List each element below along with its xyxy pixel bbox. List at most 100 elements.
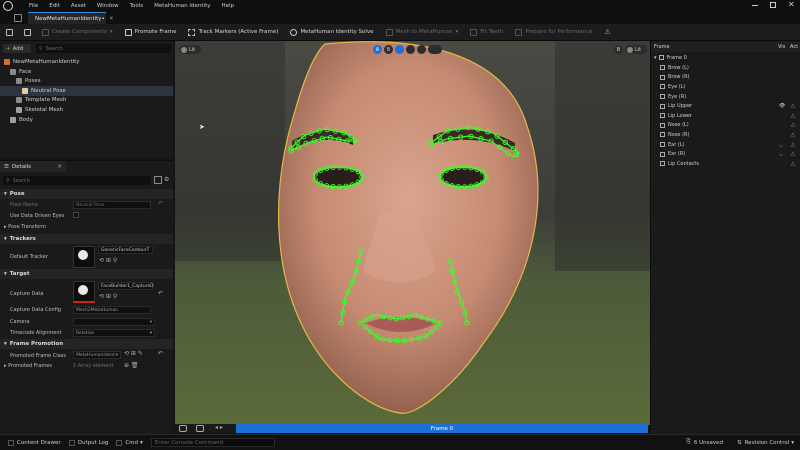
cmd-dropdown[interactable]: Cmd ▾ [116,439,143,446]
details-search-input[interactable]: ⚲ Search [3,176,150,185]
active-warning-icon[interactable]: △ [791,151,795,157]
promoted-frames-row[interactable]: ▸ Promoted Frames [4,363,52,369]
tracker-thumbnail[interactable] [73,246,95,268]
output-log-button[interactable]: Output Log [68,439,108,446]
overlay-options-icon[interactable] [428,45,442,54]
maximize-icon[interactable] [770,2,776,8]
promoted-frame-class-dropdown[interactable]: MetaHumanIdent ▾ [73,351,121,359]
curve-row[interactable]: Eye (L) [651,82,800,92]
curve-row[interactable]: Ear (R) ◡ △ [651,149,800,159]
section-frame-promotion[interactable]: ▾ Frame Promotion [0,339,173,349]
unsaved-button[interactable]: ⎘ 6 Unsaved [686,439,723,446]
add-button[interactable]: + Add [3,44,31,53]
array-actions-icon[interactable]: ⊕ 🗑 [124,362,139,369]
revision-control-button[interactable]: ⇅ Revision Control ▾ [737,440,794,446]
curve-row[interactable]: Nose (R) △ [651,130,800,140]
frame-timeline-bar[interactable]: Frame 0 [236,424,648,433]
document-tab[interactable]: NewMetaHumanIdentity• ✕ [28,12,113,24]
save-button[interactable] [6,28,16,36]
curve-row[interactable]: Eye (R) [651,92,800,102]
section-pose[interactable]: ▾ Pose [0,189,173,199]
browse-button[interactable] [24,28,34,36]
curve-row[interactable]: Brow (L) [651,63,800,73]
timecode-alignment-dropdown[interactable]: Relative ▾ [73,329,155,337]
single-view-icon[interactable] [395,45,404,54]
capture-data-actions-icon[interactable]: ⟲ ⊞ ⚲ [99,293,117,300]
active-warning-icon[interactable]: △ [791,132,795,138]
menu-file[interactable]: File [29,3,38,9]
view-a-button[interactable]: A [373,45,382,54]
menu-metahuman-identity[interactable]: MetaHuman Identity [154,3,210,9]
capture-data-config-field[interactable]: Mesh2MetaHuman [73,306,151,314]
camera-dropdown[interactable]: ▾ [73,318,155,326]
tree-item[interactable]: Neutral Pose [0,85,173,96]
curve-row[interactable]: Lip Lower △ [651,111,800,121]
use-selected-icon[interactable]: ⟲ ⊞ ⚲ [99,257,117,264]
default-tracker-field[interactable]: GenericFaceContourT [98,246,153,254]
frame-0-row[interactable]: ▾ Frame 0 [651,53,800,63]
menu-edit[interactable]: Edit [49,3,60,9]
reset-icon[interactable]: ↶ [158,200,163,207]
active-warning-icon[interactable]: △ [791,113,795,119]
reset-icon[interactable]: ↶ [158,290,163,297]
curve-row[interactable]: Brow (R) [651,73,800,83]
tree-item[interactable]: NewMetaHumanIdentity [0,57,173,67]
close-window-icon[interactable]: ✕ [788,0,795,9]
mesh-to-metahuman-button[interactable]: Mesh to MetaHuman ▾ [385,28,458,36]
curve-row[interactable]: Nose (L) △ [651,121,800,131]
split-view-icon[interactable] [406,45,415,54]
curve-row[interactable]: Lip Contacts △ [651,159,800,169]
menu-help[interactable]: Help [222,3,235,9]
pose-name-field[interactable]: Neutral Pose [73,201,151,209]
pose-transform-row[interactable]: ▸ Pose Transform [4,224,46,230]
visibility-eye-icon[interactable]: 👁 [779,103,785,109]
active-warning-icon[interactable]: △ [791,161,795,167]
minimize-icon[interactable] [752,5,758,6]
menu-window[interactable]: Window [97,3,119,9]
wipe-view-icon[interactable] [417,45,426,54]
capture-data-thumbnail[interactable] [73,281,95,303]
curve-row[interactable]: Ear (L) ◡ △ [651,140,800,150]
identity-solve-button[interactable]: MetaHuman Identity Solve [290,28,374,36]
capture-data-field[interactable]: FaceBuilder1_CaptureD [98,282,154,290]
active-warning-icon[interactable]: △ [791,122,795,128]
class-actions-icon[interactable]: ⟲ ⊞ ✎ [124,350,143,357]
frame-icon[interactable] [196,425,204,432]
create-components-button[interactable]: Create Components ▾ [42,28,113,36]
tree-item[interactable]: Skeletal Mesh [0,105,173,115]
promote-frame-button[interactable]: Promote Frame [124,28,176,36]
use-data-driven-eyes-checkbox[interactable] [73,212,79,218]
menu-asset[interactable]: Asset [71,3,86,9]
active-warning-icon[interactable]: △ [791,103,795,109]
menu-tools[interactable]: Tools [130,3,144,9]
settings-gear-icon[interactable]: ⚙ [164,176,169,183]
tree-item[interactable]: Template Mesh [0,95,173,105]
curve-row[interactable]: Lip Upper 👁 △ [651,101,800,111]
hidden-eye-icon[interactable]: ◡ [779,142,783,148]
tree-item[interactable]: Body [0,115,173,125]
view-b-button[interactable]: B [384,45,393,54]
reset-icon[interactable]: ↶ [158,350,163,357]
close-tab-icon[interactable]: ✕ [109,16,114,22]
camera-icon[interactable] [179,425,187,432]
playback-icon[interactable]: ◂ ▸ [215,424,223,431]
hidden-eye-icon[interactable]: ◡ [779,151,783,157]
active-warning-icon[interactable]: △ [791,142,795,148]
fit-teeth-button[interactable]: Fit Teeth [470,28,503,36]
prepare-for-performance-button[interactable]: Prepare for Performance [515,28,592,36]
details-tab[interactable]: ☰ Details ✕ [0,161,66,172]
viewport[interactable]: Lit A B B Lit ➤ [175,41,650,425]
track-markers-button[interactable]: Track Markers (Active Frame) [188,28,278,36]
outliner-search-input[interactable]: ⚲ Search [36,44,171,53]
tree-item[interactable]: Poses [0,76,173,86]
unreal-logo-icon[interactable] [3,1,13,11]
tree-item[interactable]: Face [0,67,173,77]
viewport-lit-mode-left[interactable]: Lit [179,45,201,54]
viewport-lit-mode-right[interactable]: Lit [625,45,647,54]
console-command-input[interactable]: Enter Console Command [150,438,275,447]
view-options-icon[interactable] [154,176,162,184]
section-target[interactable]: ▾ Target [0,269,173,279]
section-trackers[interactable]: ▾ Trackers [0,234,173,244]
close-tab-icon[interactable]: ✕ [57,164,62,170]
content-drawer-button[interactable]: Content Drawer [8,439,61,446]
